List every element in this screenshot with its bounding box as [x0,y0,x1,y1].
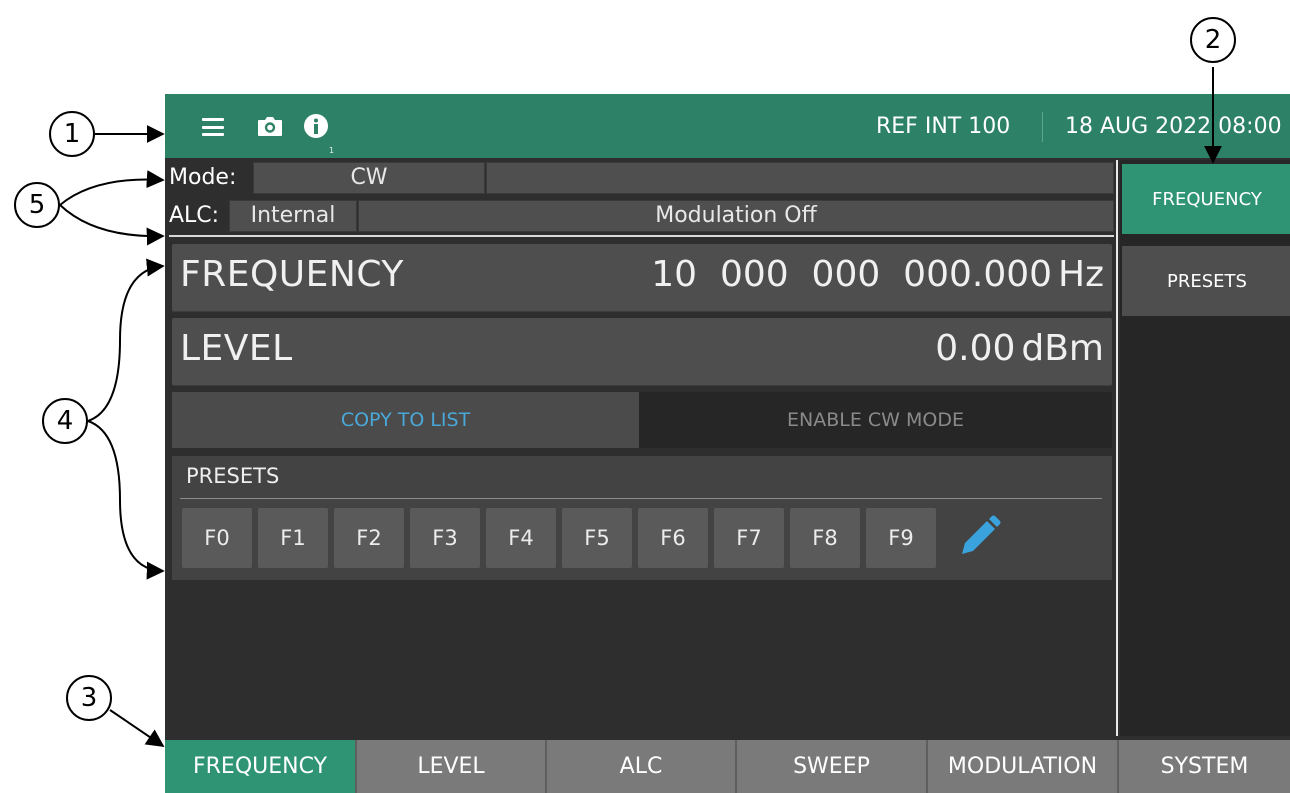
callout-4: 4 [42,398,88,444]
presets-rule [180,498,1102,499]
tab-frequency[interactable]: FREQUENCY [165,740,357,793]
status-rule [169,235,1114,237]
camera-icon[interactable] [255,114,285,138]
frequency-parameter[interactable]: FREQUENCY 10 000 000 000.000 Hz [172,244,1112,312]
alc-value: Internal [229,200,357,232]
vertical-divider [1116,160,1118,736]
preset-f5-button[interactable]: F5 [562,508,632,568]
frequency-unit: Hz [1058,254,1104,295]
mode-value: CW [253,162,485,194]
frequency-value-display: 10 000 000 000.000 Hz [651,254,1104,295]
tab-modulation[interactable]: MODULATION [928,740,1119,793]
callout-1: 1 [49,111,95,157]
level-parameter[interactable]: LEVEL 0.00 dBm [172,318,1112,386]
tab-level[interactable]: LEVEL [357,740,547,793]
alc-label: ALC: [169,203,220,228]
preset-f9-button[interactable]: F9 [866,508,936,568]
level-unit: dBm [1021,328,1104,369]
callout-2: 2 [1190,17,1236,63]
pencil-icon[interactable] [956,514,1002,560]
preset-f1-button[interactable]: F1 [258,508,328,568]
top-bar: 1 REF INT 100 18 AUG 2022 08:00 [165,94,1290,158]
copy-to-list-button[interactable]: COPY TO LIST [172,392,639,448]
info-icon[interactable] [303,114,329,138]
preset-f3-button[interactable]: F3 [410,508,480,568]
level-label: LEVEL [180,328,293,369]
instrument-screen: 1 REF INT 100 18 AUG 2022 08:00 Mode: CW… [165,94,1290,793]
mode-extra-field [486,162,1114,194]
topbar-divider [1042,112,1043,142]
frequency-value: 10 000 000 000.000 [651,254,1053,295]
menu-icon[interactable] [201,118,225,136]
level-value: 0.00 [935,328,1016,369]
side-presets-button[interactable]: PRESETS [1122,246,1290,316]
callout-3: 3 [66,675,112,721]
callout-5: 5 [14,182,60,228]
tab-system[interactable]: SYSTEM [1119,740,1290,793]
preset-f6-button[interactable]: F6 [638,508,708,568]
presets-title: PRESETS [186,464,280,488]
preset-f4-button[interactable]: F4 [486,508,556,568]
enable-cw-mode-button[interactable]: ENABLE CW MODE [639,392,1112,448]
modulation-status: Modulation Off [358,200,1114,232]
side-frequency-button[interactable]: FREQUENCY [1122,164,1290,234]
side-menu: FREQUENCY PRESETS [1120,160,1290,736]
presets-panel: PRESETS F0 F1 F2 F3 F4 F5 F6 F7 F8 F9 [172,456,1112,580]
tab-alc[interactable]: ALC [547,740,737,793]
tab-sweep[interactable]: SWEEP [737,740,928,793]
info-badge: 1 [329,146,335,155]
preset-f2-button[interactable]: F2 [334,508,404,568]
reference-status: REF INT 100 [876,114,1011,139]
preset-f0-button[interactable]: F0 [182,508,252,568]
frequency-label: FREQUENCY [180,254,404,295]
date-time: 18 AUG 2022 08:00 [1065,114,1282,139]
mode-label: Mode: [169,165,237,190]
preset-f8-button[interactable]: F8 [790,508,860,568]
level-value-display: 0.00 dBm [935,328,1104,369]
preset-f7-button[interactable]: F7 [714,508,784,568]
bottom-tab-bar: FREQUENCY LEVEL ALC SWEEP MODULATION SYS… [165,740,1290,793]
